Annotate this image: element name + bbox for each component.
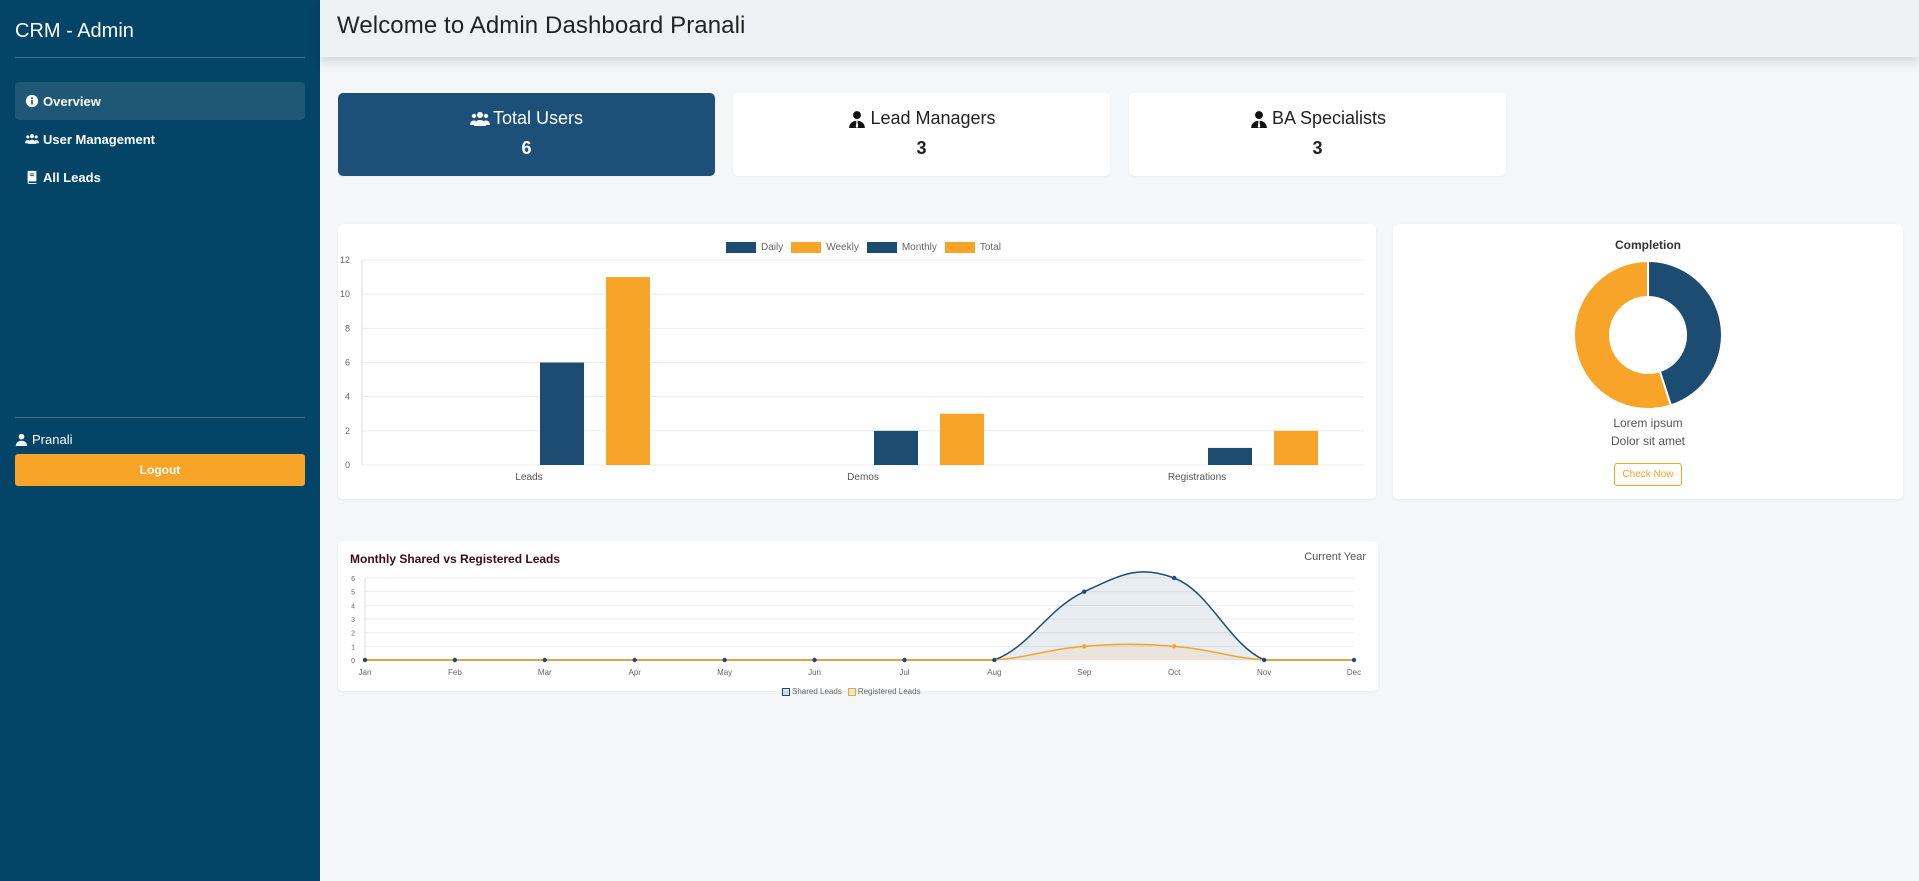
line-chart: 0 1 2 3 4 5 6 Jan Feb Mar Apr May Jun Jul Aug Sep Oct Nov… — [351, 571, 1361, 677]
x-tick-label: Sep — [1077, 668, 1092, 677]
users-icon — [469, 111, 490, 126]
data-point — [1351, 657, 1357, 663]
legend-item-registered-leads[interactable]: Registered Leads — [847, 687, 921, 696]
brand-title: CRM - Admin — [15, 20, 134, 42]
current-user: Pranali — [15, 432, 72, 447]
bar-total — [606, 277, 650, 465]
x-tick-label: Leads — [515, 472, 542, 483]
sidebar-item-overview[interactable]: Overview — [15, 82, 305, 120]
user-tie-icon — [849, 110, 866, 128]
sidebar: CRM - Admin Overview User Management All… — [0, 0, 320, 881]
y-tick-label: 12 — [340, 255, 350, 265]
x-tick-label: Jul — [899, 668, 909, 677]
x-tick-label: Mar — [538, 668, 552, 677]
y-tick-label: 5 — [351, 590, 355, 597]
stat-value: 3 — [916, 138, 927, 158]
y-tick-label: 3 — [351, 617, 355, 624]
data-point — [722, 657, 727, 663]
y-tick-label: 2 — [351, 631, 355, 638]
data-point — [1082, 589, 1087, 594]
x-tick-label: Jun — [808, 668, 821, 677]
data-point — [1171, 575, 1177, 581]
bar-chart-panel: Daily Weekly Monthly Total 0 2 4 6 8 10 12 Lead… — [338, 224, 1376, 499]
user-tie-icon — [1251, 110, 1267, 128]
y-tick-label: 0 — [351, 658, 355, 665]
stat-card-lead-managers: Lead Managers 3 — [733, 93, 1110, 176]
bar-total — [1274, 430, 1318, 465]
line-chart-legend: Shared Leads Registered Leads — [782, 687, 927, 696]
stat-card-total-users: Total Users 6 — [338, 93, 715, 176]
y-tick-label: 6 — [345, 358, 350, 368]
legend-swatch — [782, 687, 790, 696]
x-tick-label: Oct — [1168, 668, 1181, 677]
sidebar-item-label: All Leads — [43, 169, 101, 185]
y-tick-label: 6 — [351, 576, 355, 583]
page-header: Welcome to Admin Dashboard Pranali — [320, 0, 1919, 57]
data-point — [1261, 657, 1267, 663]
y-tick-label: 10 — [340, 289, 350, 299]
legend-item-shared-leads[interactable]: Shared Leads — [782, 687, 842, 696]
book-icon — [25, 170, 39, 184]
data-point — [992, 657, 997, 663]
data-point — [1171, 644, 1177, 649]
donut-title: Completion — [1615, 238, 1681, 252]
stat-card-ba-specialists: BA Specialists 3 — [1129, 93, 1506, 176]
x-tick-label: Aug — [987, 668, 1001, 677]
completion-donut-chart — [1573, 259, 1723, 410]
user-name: Pranali — [32, 432, 73, 447]
x-tick-label: Feb — [448, 668, 462, 677]
user-divider — [15, 417, 305, 418]
user-icon — [15, 433, 28, 446]
data-point — [1082, 644, 1087, 649]
y-tick-label: 4 — [345, 392, 350, 402]
legend-swatch — [847, 687, 856, 696]
y-tick-label: 1 — [351, 644, 355, 651]
donut-caption-line-2: Dolor sit amet — [1610, 434, 1686, 448]
completion-panel: Completion Lorem ipsum Dolor sit amet Ch… — [1393, 224, 1903, 499]
sidebar-item-user-management[interactable]: User Management — [15, 120, 305, 158]
brand-divider — [15, 57, 305, 58]
x-tick-label: Apr — [629, 668, 642, 677]
data-point — [542, 657, 548, 663]
bar-monthly — [1208, 447, 1252, 465]
stat-label: BA Specialists — [1271, 108, 1387, 128]
data-point — [362, 657, 368, 663]
logout-button[interactable]: Logout — [15, 454, 305, 486]
users-icon — [25, 132, 39, 146]
x-tick-label: May — [717, 668, 732, 677]
data-point — [632, 657, 637, 663]
bar-chart: 0 2 4 6 8 10 12 Leads Demos Registrations — [340, 255, 1364, 483]
y-tick-label: 2 — [345, 426, 350, 436]
info-circle-icon — [25, 94, 39, 108]
line-chart-panel: Monthly Shared vs Registered Leads Curre… — [338, 541, 1378, 696]
x-tick-label: Demos — [847, 472, 879, 483]
y-tick-label: 8 — [345, 323, 350, 333]
sidebar-item-label: User Management — [43, 131, 155, 147]
stat-value: 3 — [1312, 138, 1323, 158]
page-title: Welcome to Admin Dashboard Pranali — [337, 12, 746, 39]
bar-monthly — [540, 362, 584, 465]
x-tick-label: Registrations — [1168, 472, 1226, 483]
donut-caption-line-1: Lorem ipsum — [1613, 416, 1683, 430]
bar-total — [940, 413, 984, 465]
sidebar-item-all-leads[interactable]: All Leads — [15, 158, 305, 196]
stat-value: 6 — [521, 138, 532, 158]
legend-label: Shared Leads — [792, 687, 842, 696]
x-tick-label: Nov — [1257, 668, 1271, 677]
x-tick-label: Jan — [359, 668, 372, 677]
sidebar-item-label: Overview — [43, 93, 101, 109]
y-tick-label: 4 — [351, 603, 355, 610]
stat-label: Lead Managers — [870, 108, 996, 128]
legend-label: Registered Leads — [857, 687, 921, 696]
stat-label: Total Users — [492, 108, 584, 128]
data-point — [902, 657, 907, 663]
data-point — [812, 657, 817, 663]
y-tick-label: 0 — [345, 460, 350, 470]
data-point — [452, 657, 458, 663]
x-tick-label: Dec — [1347, 668, 1361, 677]
check-now-button[interactable]: Check Now — [1614, 463, 1682, 486]
bar-monthly — [874, 430, 918, 465]
